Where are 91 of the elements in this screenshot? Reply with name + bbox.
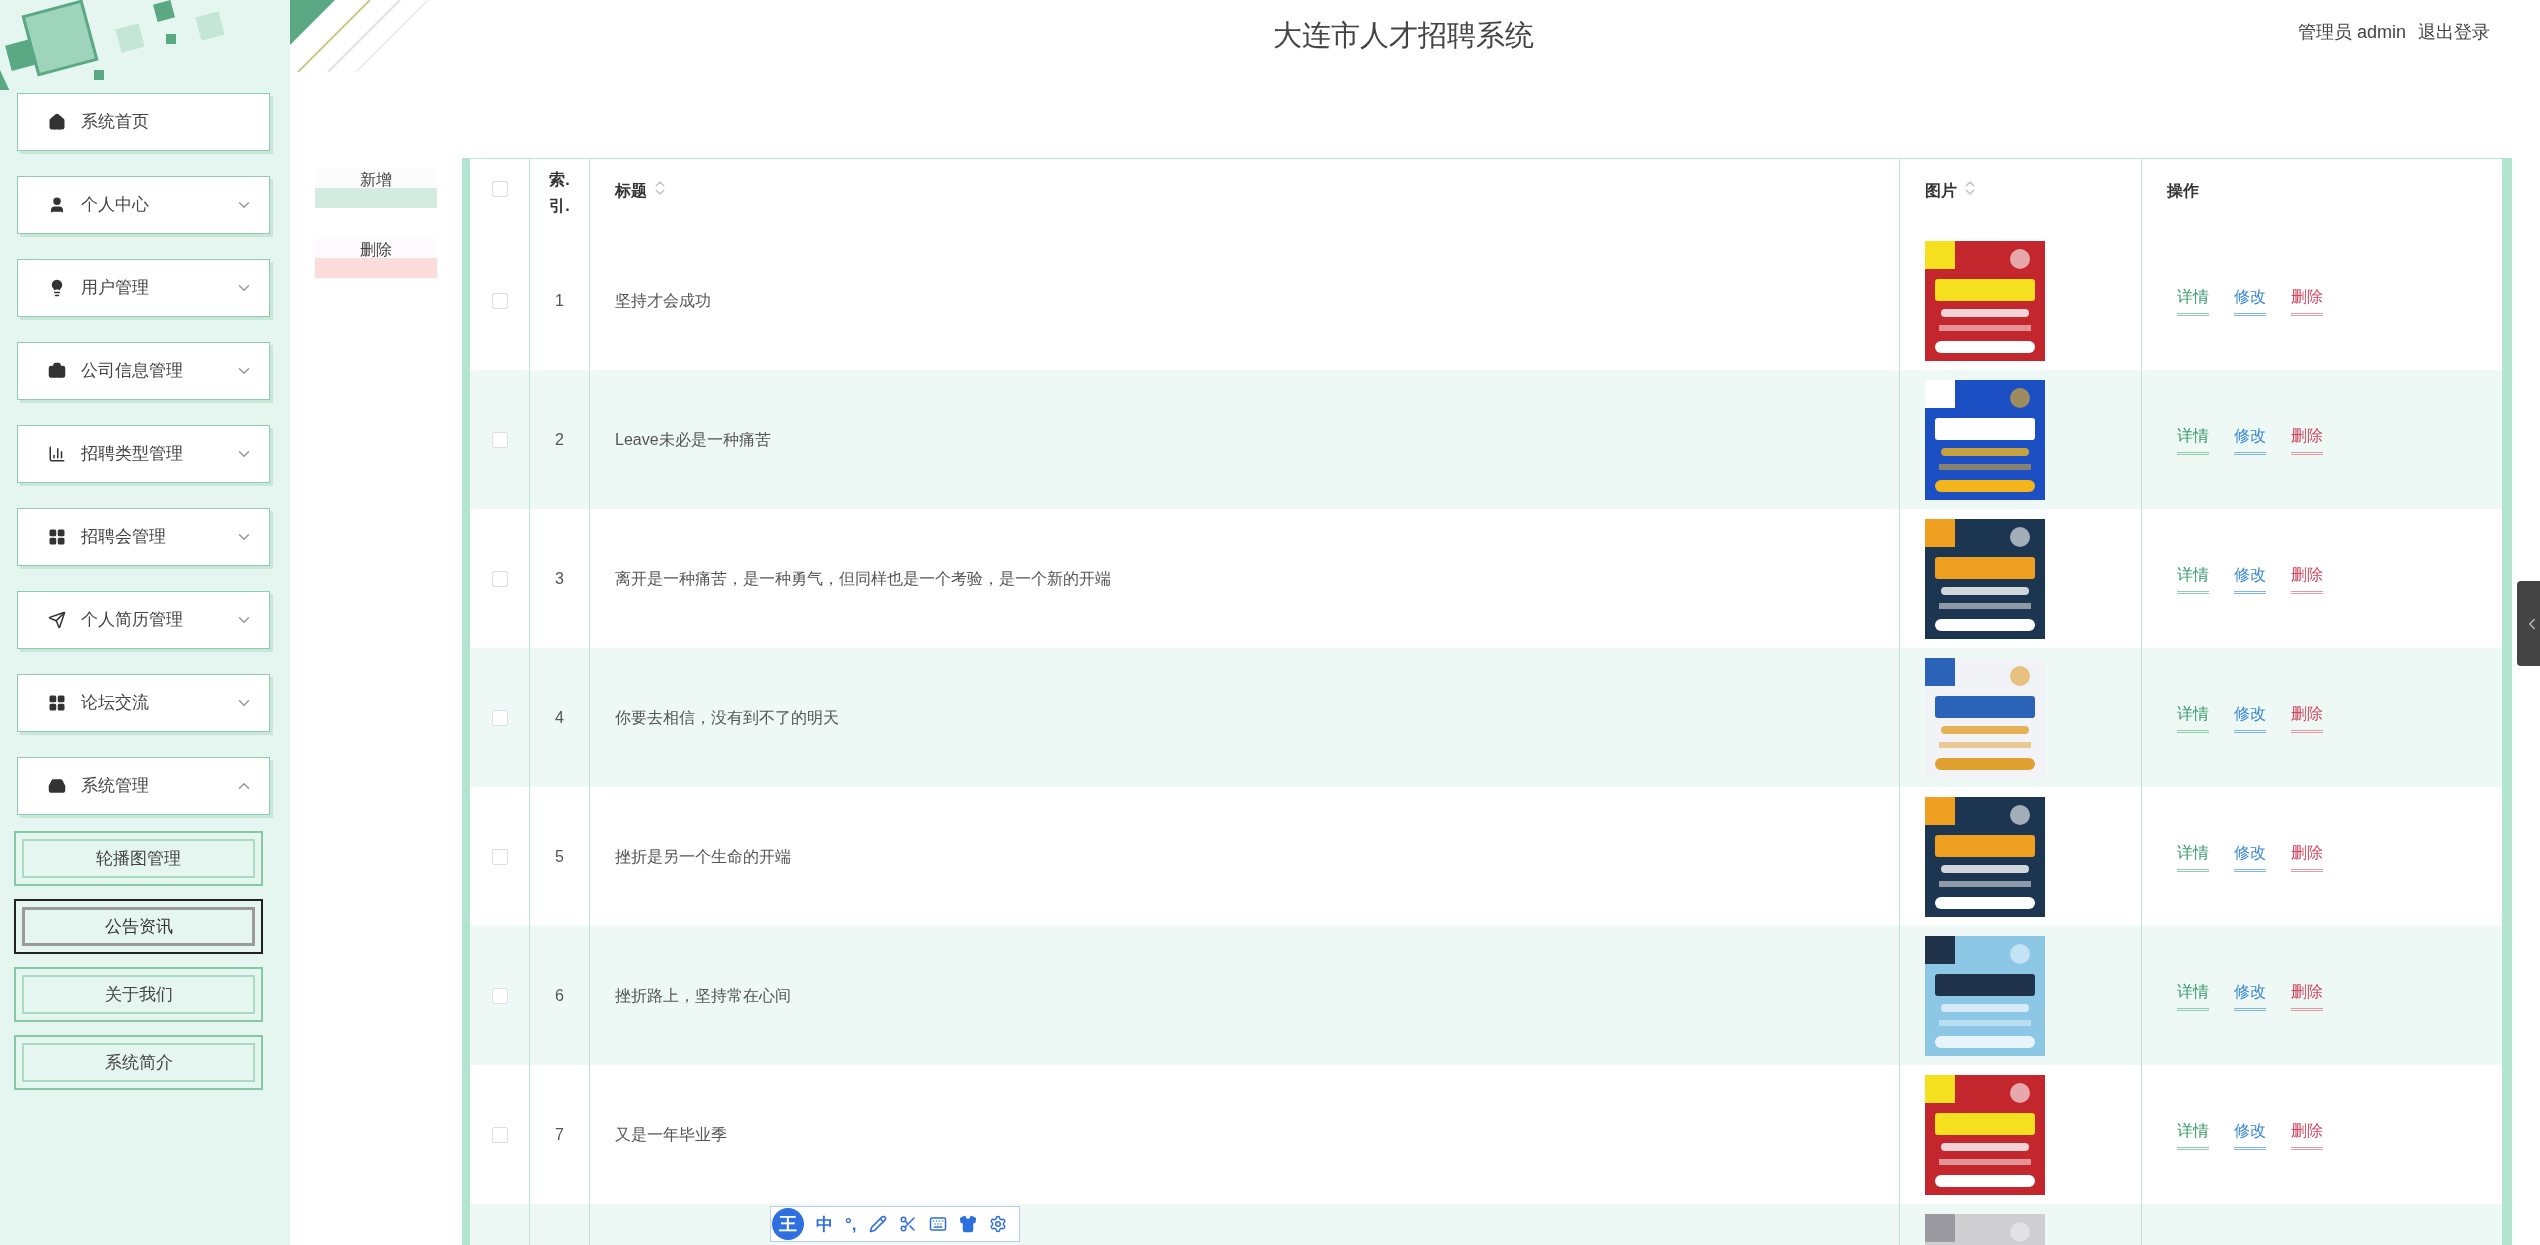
add-button[interactable]: 新增 (315, 168, 437, 208)
grid-icon (48, 694, 66, 712)
detail-link[interactable]: 详情 (2177, 563, 2209, 594)
table-cell-text: 2 (555, 429, 564, 450)
scissors-icon[interactable] (898, 1215, 917, 1233)
delete-link[interactable]: 删除 (2291, 841, 2323, 872)
shirt-icon[interactable] (958, 1215, 977, 1233)
submenu-item[interactable]: 关于我们 (14, 967, 263, 1022)
row-checkbox[interactable] (491, 431, 508, 448)
edit-link[interactable]: 修改 (2234, 980, 2266, 1011)
sidebar-menu-item[interactable]: 用户管理 (17, 259, 270, 317)
delete-button[interactable]: 删除 (315, 238, 437, 278)
table-cell-text: 3 (555, 568, 564, 589)
collapse-handle[interactable] (2517, 581, 2540, 666)
submenu-item[interactable]: 轮播图管理 (14, 831, 263, 886)
column-header: 索.引. (548, 170, 571, 216)
sidebar-menu-item[interactable]: 系统管理 (17, 757, 270, 815)
detail-link[interactable]: 详情 (2177, 1119, 2209, 1150)
row-checkbox[interactable] (491, 848, 508, 865)
edit-link[interactable]: 修改 (2234, 702, 2266, 733)
home-icon (48, 113, 66, 131)
delete-link[interactable]: 删除 (2291, 563, 2323, 594)
table-cell-text: 坚持才会成功 (615, 290, 711, 311)
sidebar-menu-item[interactable]: 个人简历管理 (17, 591, 270, 649)
ime-logo[interactable]: 王 (772, 1208, 804, 1240)
table-cell-text: 4 (555, 707, 564, 728)
table-cell-text: 又是一年毕业季 (615, 1124, 727, 1145)
detail-link[interactable]: 详情 (2177, 424, 2209, 455)
menu-label: 招聘会管理 (81, 526, 166, 549)
table-cell-text: 1 (555, 290, 564, 311)
table-cell-text: 离开是一种痛苦，是一种勇气，但同样也是一个考验，是一个新的开端 (615, 568, 1111, 589)
row-checkbox[interactable] (491, 709, 508, 726)
detail-link[interactable]: 详情 (2177, 285, 2209, 316)
column-header: 图片 (1925, 181, 1957, 201)
menu-label: 招聘类型管理 (81, 443, 183, 466)
admin-username: 管理员 admin (2297, 21, 2406, 44)
menu-label: 系统首页 (81, 111, 149, 134)
table-cell-text: 7 (555, 1124, 564, 1145)
sidebar-menu-item[interactable]: 招聘会管理 (17, 508, 270, 566)
edit-link[interactable]: 修改 (2234, 563, 2266, 594)
table-cell-text: 5 (555, 846, 564, 867)
grid-icon (48, 528, 66, 546)
delete-link[interactable]: 删除 (2291, 980, 2323, 1011)
logout-link[interactable]: 退出登录 (2418, 19, 2490, 46)
row-checkbox[interactable] (491, 292, 508, 309)
table-cell-text: 挫折路上，坚持常在心间 (615, 985, 791, 1006)
table-cell-text: Leave未必是一种痛苦 (615, 429, 771, 450)
edit-link[interactable]: 修改 (2234, 424, 2266, 455)
edit-link[interactable]: 修改 (2234, 1119, 2266, 1150)
column-header: 操作 (2167, 181, 2199, 201)
submenu-item[interactable]: 公告资讯 (14, 899, 263, 954)
page-title: 大连市人才招聘系统 (1273, 18, 1535, 53)
bar-chart-icon (48, 445, 66, 463)
edit-link[interactable]: 修改 (2234, 285, 2266, 316)
pencil-icon[interactable] (868, 1215, 887, 1233)
ime-mode-button[interactable]: °, (845, 1215, 857, 1233)
table-cell-text: 挫折是另一个生命的开端 (615, 846, 791, 867)
settings-icon[interactable] (988, 1215, 1007, 1233)
sidebar-menu-item[interactable]: 个人中心 (17, 176, 270, 234)
ime-mode-button[interactable]: 中 (816, 1215, 833, 1233)
detail-link[interactable]: 详情 (2177, 980, 2209, 1011)
delete-link[interactable]: 删除 (2291, 1119, 2323, 1150)
row-checkbox[interactable] (491, 987, 508, 1004)
sidebar-menu-item[interactable]: 公司信息管理 (17, 342, 270, 400)
delete-link[interactable]: 删除 (2291, 702, 2323, 733)
keyboard-icon[interactable] (928, 1215, 947, 1233)
detail-link[interactable]: 详情 (2177, 841, 2209, 872)
row-checkbox[interactable] (491, 1126, 508, 1143)
sidebar-menu-item[interactable]: 招聘类型管理 (17, 425, 270, 483)
menu-label: 用户管理 (81, 277, 149, 300)
submenu-item[interactable]: 系统简介 (14, 1035, 263, 1090)
paper-plane-icon (48, 611, 66, 629)
row-checkbox[interactable] (491, 181, 508, 197)
menu-label: 个人简历管理 (81, 609, 183, 632)
sidebar-menu-item[interactable]: 论坛交流 (17, 674, 270, 732)
menu-label: 个人中心 (81, 194, 149, 217)
menu-label: 公司信息管理 (81, 360, 183, 383)
menu-label: 论坛交流 (81, 692, 149, 715)
table-cell-text: 6 (555, 985, 564, 1006)
tray-icon (48, 777, 66, 795)
edit-link[interactable]: 修改 (2234, 841, 2266, 872)
delete-link[interactable]: 删除 (2291, 424, 2323, 455)
delete-link[interactable]: 删除 (2291, 285, 2323, 316)
sidebar-menu-item[interactable]: 系统首页 (17, 93, 270, 151)
table-cell-text: 你要去相信，没有到不了的明天 (615, 707, 839, 728)
briefcase-icon (48, 362, 66, 380)
menu-label: 系统管理 (81, 775, 149, 798)
detail-link[interactable]: 详情 (2177, 702, 2209, 733)
column-header: 标题 (615, 181, 647, 201)
row-checkbox[interactable] (491, 570, 508, 587)
user-icon (48, 196, 66, 214)
